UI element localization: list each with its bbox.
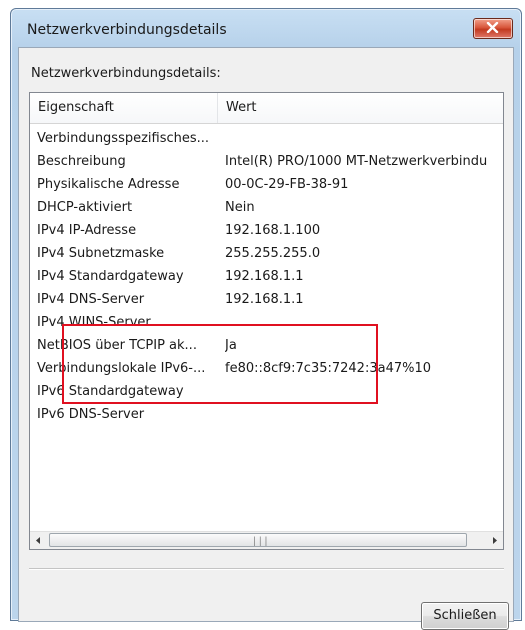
list-item[interactable]: IPv6 Standardgateway xyxy=(30,380,503,403)
property-cell: IPv6 DNS-Server xyxy=(37,407,145,422)
list-item[interactable]: IPv4 Standardgateway 192.168.1.1 xyxy=(30,265,503,288)
value-cell: 192.168.1.1 xyxy=(225,292,304,307)
close-icon xyxy=(486,22,499,33)
close-button[interactable]: Schließen xyxy=(421,602,509,630)
details-list[interactable]: Eigenschaft Wert Verbindungsspezifisches… xyxy=(29,92,504,550)
property-cell: IPv4 Subnetzmaske xyxy=(37,246,165,261)
property-cell: IPv6 Standardgateway xyxy=(37,384,184,399)
value-cell: 00-0C-29-FB-38-91 xyxy=(225,177,349,192)
title-close-button[interactable] xyxy=(473,18,513,39)
arrow-left-icon xyxy=(36,537,40,544)
value-cell: 255.255.255.0 xyxy=(225,246,321,261)
property-cell: IPv4 DNS-Server xyxy=(37,292,145,307)
list-header: Eigenschaft Wert xyxy=(30,93,503,124)
grip-icon: │││ xyxy=(252,537,270,546)
value-cell: fe80::8cf9:7c35:7242:3a47%10 xyxy=(225,361,432,376)
scroll-right-button[interactable] xyxy=(486,532,503,549)
dialog-client-area: Netzwerkverbindungsdetails: Eigenschaft … xyxy=(18,47,514,630)
value-cell: Intel(R) PRO/1000 MT-Netzwerkverbindu xyxy=(225,154,488,169)
title-bar[interactable]: Netzwerkverbindungsdetails xyxy=(11,9,521,49)
scroll-left-button[interactable] xyxy=(30,532,47,549)
property-cell: Beschreibung xyxy=(37,154,126,169)
column-header-value[interactable]: Wert xyxy=(218,93,503,123)
column-header-property[interactable]: Eigenschaft xyxy=(30,93,218,123)
property-cell: DHCP-aktiviert xyxy=(37,200,133,215)
list-item[interactable]: NetBIOS über TCPIP ak... Ja xyxy=(30,334,503,357)
horizontal-scrollbar[interactable]: │││ xyxy=(30,531,503,549)
scroll-thumb[interactable]: │││ xyxy=(49,533,467,547)
property-cell: NetBIOS über TCPIP ak... xyxy=(37,338,197,353)
list-item[interactable]: DHCP-aktiviert Nein xyxy=(30,196,503,219)
list-item[interactable]: Physikalische Adresse 00-0C-29-FB-38-91 xyxy=(30,173,503,196)
window-title: Netzwerkverbindungsdetails xyxy=(27,22,227,38)
list-item[interactable]: IPv4 DNS-Server 192.168.1.1 xyxy=(30,288,503,311)
details-label: Netzwerkverbindungsdetails: xyxy=(31,66,221,81)
list-item[interactable]: Verbindungsspezifisches... xyxy=(30,127,503,150)
list-item[interactable]: IPv6 DNS-Server xyxy=(30,403,503,426)
divider xyxy=(29,568,504,570)
list-item[interactable]: IPv4 IP-Adresse 192.168.1.100 xyxy=(30,219,503,242)
value-cell: Nein xyxy=(225,200,255,215)
property-cell: IPv4 WINS-Server xyxy=(37,315,151,330)
dialog-window: Netzwerkverbindungsdetails Netzwerkverbi… xyxy=(10,8,522,630)
value-cell: 192.168.1.100 xyxy=(225,223,321,238)
list-item[interactable]: Beschreibung Intel(R) PRO/1000 MT-Netzwer… xyxy=(30,150,503,173)
list-item[interactable]: IPv4 WINS-Server xyxy=(30,311,503,334)
list-item[interactable]: IPv4 Subnetzmaske 255.255.255.0 xyxy=(30,242,503,265)
property-cell: IPv4 IP-Adresse xyxy=(37,223,137,238)
list-rows: Verbindungsspezifisches... Beschreibung In… xyxy=(30,127,503,426)
property-cell: Verbindungsspezifisches... xyxy=(37,131,210,146)
property-cell: Physikalische Adresse xyxy=(37,177,180,192)
arrow-right-icon xyxy=(493,537,497,544)
value-cell: Ja xyxy=(225,338,237,353)
property-cell: Verbindungslokale IPv6-... xyxy=(37,361,206,376)
list-item[interactable]: Verbindungslokale IPv6-... fe80::8cf9:7c3… xyxy=(30,357,503,380)
value-cell: 192.168.1.1 xyxy=(225,269,304,284)
property-cell: IPv4 Standardgateway xyxy=(37,269,184,284)
